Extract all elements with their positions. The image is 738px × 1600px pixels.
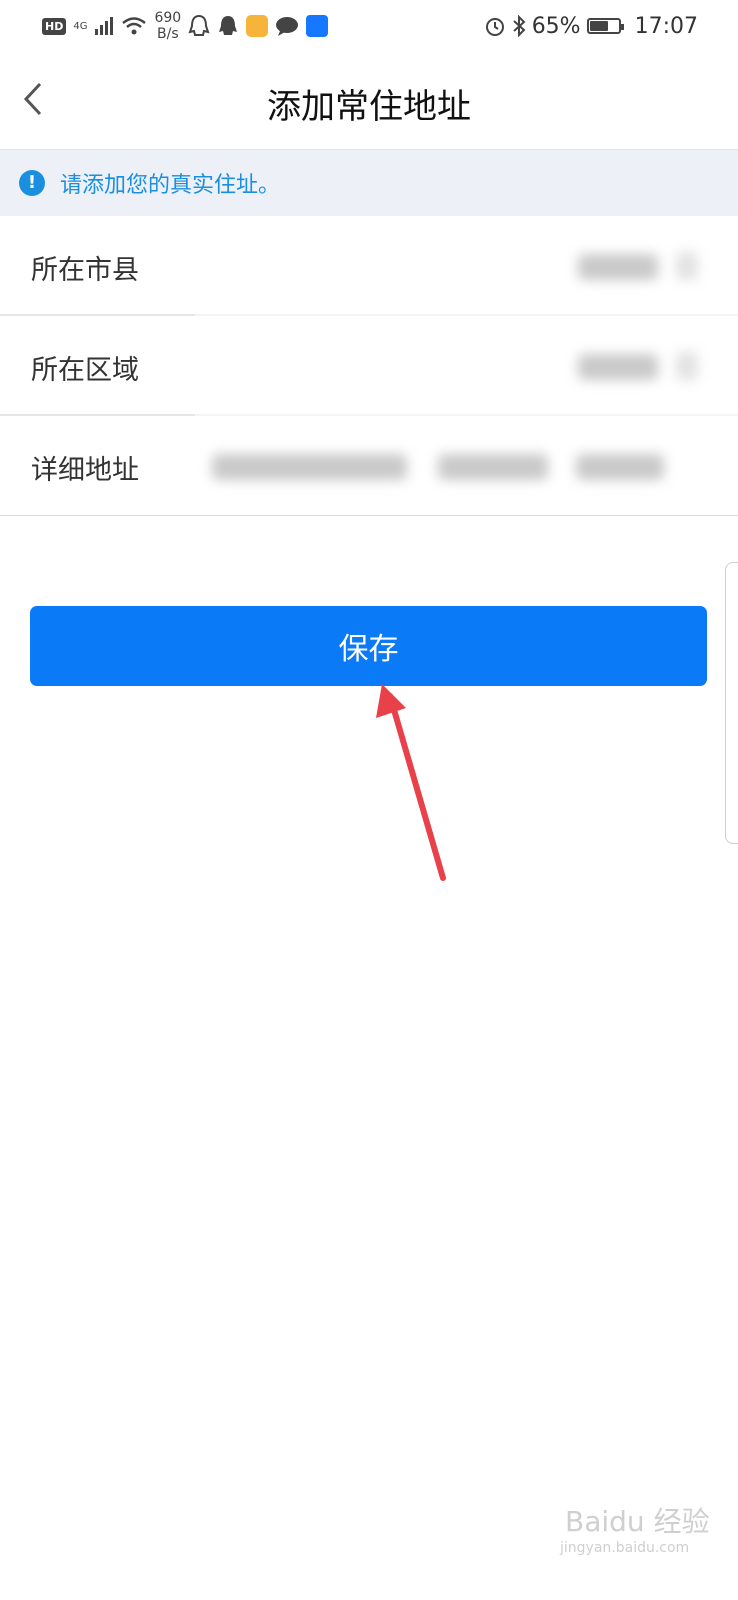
status-left: HD 4G 690 B/s (42, 8, 329, 44)
district-value-redacted (578, 354, 658, 380)
app-notification-icon (246, 15, 269, 37)
chevron-right-icon (676, 252, 698, 280)
detail-address-value-redacted (438, 454, 548, 480)
district-label: 所在区域 (31, 355, 139, 386)
notice-bar: ! 请添加您的真实住址。 (0, 150, 738, 216)
cell-signal-icon (95, 17, 114, 35)
page-title: 添加常住地址 (267, 87, 471, 127)
network-type: 4G (73, 20, 88, 32)
battery-icon (586, 18, 624, 34)
divider (0, 515, 738, 516)
qq-outline-icon (188, 14, 210, 36)
network-speed: 690 B/s (154, 10, 182, 42)
qq-icon (219, 16, 238, 35)
message-icon (276, 17, 299, 36)
alipay-icon (306, 15, 329, 37)
detail-address-row[interactable]: 详细地址 (0, 416, 738, 516)
battery-percent: 65% (531, 13, 581, 39)
clock: 17:07 (634, 13, 698, 39)
annotation-arrow (376, 684, 446, 881)
wifi-icon (122, 17, 147, 35)
page-header: 添加常住地址 (0, 52, 738, 150)
detail-address-label: 详细地址 (31, 455, 139, 486)
watermark-url: jingyan.baidu.com (560, 1540, 690, 1556)
bluetooth-icon (513, 15, 526, 37)
status-right: 65% 17:07 (484, 8, 698, 44)
detail-address-value-redacted[interactable] (212, 454, 407, 480)
watermark-logo: Baidu 经验 (565, 1505, 710, 1538)
status-bar: HD 4G 690 B/s 65% 17:07 (0, 0, 738, 52)
save-button[interactable]: 保存 (30, 606, 707, 686)
side-panel-handle[interactable] (725, 562, 738, 844)
detail-address-value-redacted (576, 454, 664, 480)
district-row[interactable]: 所在区域 (0, 316, 738, 416)
info-icon: ! (19, 170, 45, 196)
city-county-label: 所在市县 (31, 255, 139, 286)
alarm-icon (485, 18, 504, 36)
notice-text: 请添加您的真实住址。 (60, 173, 281, 198)
city-county-row[interactable]: 所在市县 (0, 216, 738, 316)
hd-badge: HD (42, 17, 67, 35)
city-county-value-redacted (578, 254, 658, 280)
chevron-right-icon (676, 352, 698, 380)
